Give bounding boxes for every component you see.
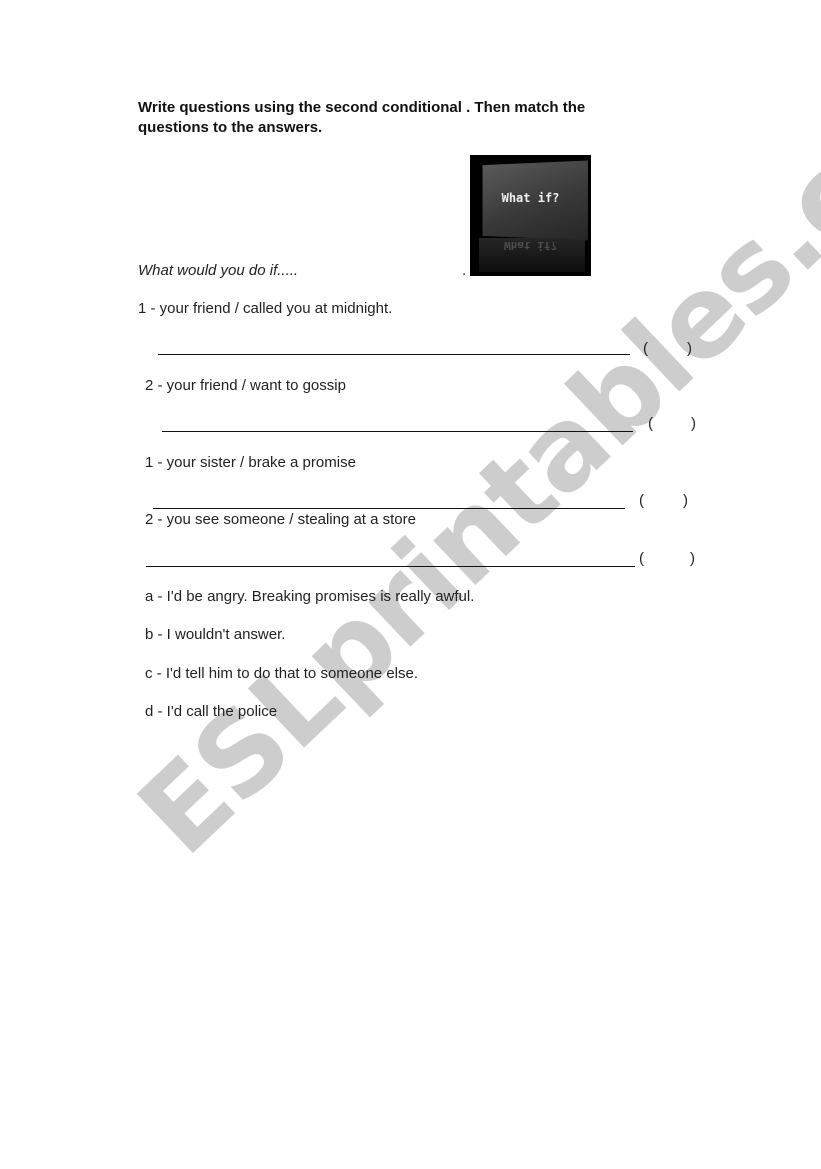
question-4: 2 - you see someone / stealing at a stor… xyxy=(145,511,416,528)
match-close-paren-3[interactable]: ) xyxy=(683,492,688,510)
answer-d: d - I'd call the police xyxy=(145,703,278,720)
answer-line-4[interactable] xyxy=(146,566,635,567)
question-3: 1 - your sister / brake a promise xyxy=(145,454,356,471)
match-close-paren-2[interactable]: ) xyxy=(691,415,696,433)
prompt-trailing-dot: . xyxy=(462,262,467,279)
instructions-line-2: questions to the answers. xyxy=(138,119,323,136)
image-caption: What if? xyxy=(501,191,560,205)
match-open-paren-3: ( xyxy=(639,492,644,509)
answer-line-1[interactable] xyxy=(158,354,630,355)
watermark: ESLprintables.com xyxy=(114,0,821,880)
what-if-image: What if? What if? xyxy=(470,155,591,276)
match-close-paren-1[interactable]: ) xyxy=(687,340,692,358)
answer-line-3[interactable] xyxy=(153,508,625,509)
answer-a: a - I'd be angry. Breaking promises is r… xyxy=(145,588,475,605)
question-2: 2 - your friend / want to gossip xyxy=(145,377,346,394)
match-open-paren-1: ( xyxy=(643,340,648,357)
answer-line-2[interactable] xyxy=(162,431,633,432)
match-open-paren-4: ( xyxy=(639,550,644,567)
answer-c: c - I'd tell him to do that to someone e… xyxy=(145,665,419,682)
prompt-text: What would you do if..... xyxy=(138,262,299,279)
match-open-paren-2: ( xyxy=(648,415,653,432)
instructions-heading: Write questions using the second conditi… xyxy=(138,98,585,138)
match-close-paren-4[interactable]: ) xyxy=(690,550,695,568)
image-caption-reflection: What if? xyxy=(504,239,557,252)
question-1: 1 - your friend / called you at midnight… xyxy=(138,300,393,317)
instructions-line-1: Write questions using the second conditi… xyxy=(138,99,586,116)
answer-b: b - I wouldn't answer. xyxy=(145,626,286,643)
